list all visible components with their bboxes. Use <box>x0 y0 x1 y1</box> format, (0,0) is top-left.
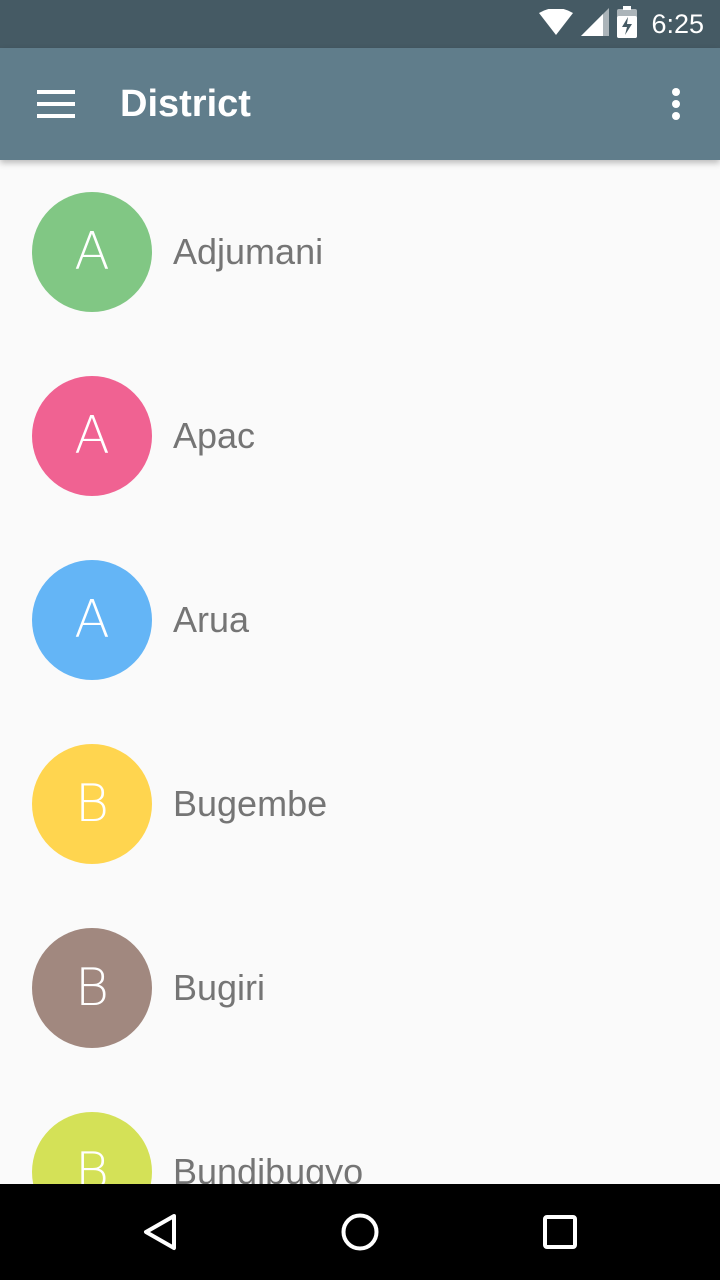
more-vert-icon[interactable] <box>648 72 704 136</box>
wifi-icon <box>539 8 574 39</box>
district-item[interactable]: B Bugiri <box>0 896 720 1080</box>
district-name: Apac <box>173 415 256 456</box>
avatar: B <box>32 744 152 864</box>
hamburger-menu-icon[interactable] <box>24 72 88 136</box>
avatar: B <box>32 1112 152 1184</box>
district-item[interactable]: A Arua <box>0 528 720 712</box>
recents-icon[interactable] <box>528 1200 592 1264</box>
navigation-bar <box>0 1184 720 1280</box>
home-icon[interactable] <box>328 1200 392 1264</box>
district-name: Bugembe <box>173 783 328 824</box>
battery-charging-icon <box>617 6 638 42</box>
app-bar: District <box>0 48 720 160</box>
district-list: A Adjumani A Apac A Arua B Bugembe B Bug… <box>0 160 720 1184</box>
avatar: A <box>32 560 152 680</box>
district-name: Arua <box>173 599 250 640</box>
district-item[interactable]: B Bundibugyo <box>0 1080 720 1184</box>
district-name: Bugiri <box>173 967 266 1008</box>
cell-signal-icon <box>581 8 610 40</box>
back-icon[interactable] <box>128 1200 192 1264</box>
district-name: Adjumani <box>173 231 324 272</box>
status-time: 6:25 <box>651 8 704 39</box>
avatar: A <box>32 192 152 312</box>
status-icons: 6:25 <box>539 0 704 48</box>
district-name: Bundibugyo <box>173 1151 364 1184</box>
avatar: B <box>32 928 152 1048</box>
district-item[interactable]: A Apac <box>0 344 720 528</box>
status-bar: 6:25 <box>0 0 720 48</box>
page-title: District <box>120 83 251 125</box>
district-item[interactable]: B Bugembe <box>0 712 720 896</box>
district-item[interactable]: A Adjumani <box>0 160 720 344</box>
avatar: A <box>32 376 152 496</box>
